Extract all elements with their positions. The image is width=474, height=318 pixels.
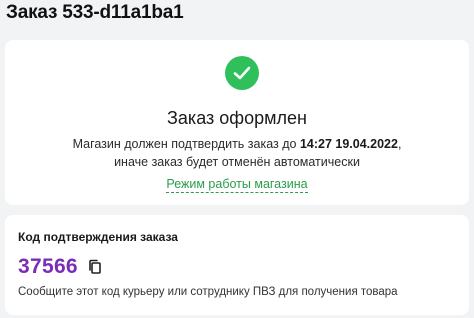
confirm-deadline: 14:27 19.04.2022 <box>299 137 398 151</box>
status-heading: Заказ оформлен <box>167 108 307 128</box>
code-hint: Сообщите этот код курьеру или сотруднику… <box>18 286 398 298</box>
page-title: Заказ 533-d11a1ba1 <box>6 2 184 23</box>
copy-icon[interactable] <box>86 258 104 276</box>
confirmation-code-card: Код подтверждения заказа 37566 Сообщите … <box>5 215 469 315</box>
status-text-line2: иначе заказ будет отменён автоматически <box>114 155 360 169</box>
code-heading: Код подтверждения заказа <box>18 230 178 244</box>
shop-hours-link-row: Режим работы магазина <box>5 177 469 193</box>
code-row: 37566 <box>18 255 104 279</box>
check-circle-icon <box>225 56 259 90</box>
order-status-card: Заказ оформлен Магазин должен подтвердит… <box>5 40 469 205</box>
status-message: Магазин должен подтвердить заказ до 14:2… <box>5 135 469 171</box>
shop-hours-link[interactable]: Режим работы магазина <box>166 177 308 193</box>
confirmation-code: 37566 <box>18 255 78 278</box>
status-text-before: Магазин должен подтвердить заказ до <box>72 137 300 151</box>
order-page: Заказ 533-d11a1ba1 Заказ оформлен Магази… <box>0 0 474 318</box>
status-text-after: , <box>397 137 402 151</box>
